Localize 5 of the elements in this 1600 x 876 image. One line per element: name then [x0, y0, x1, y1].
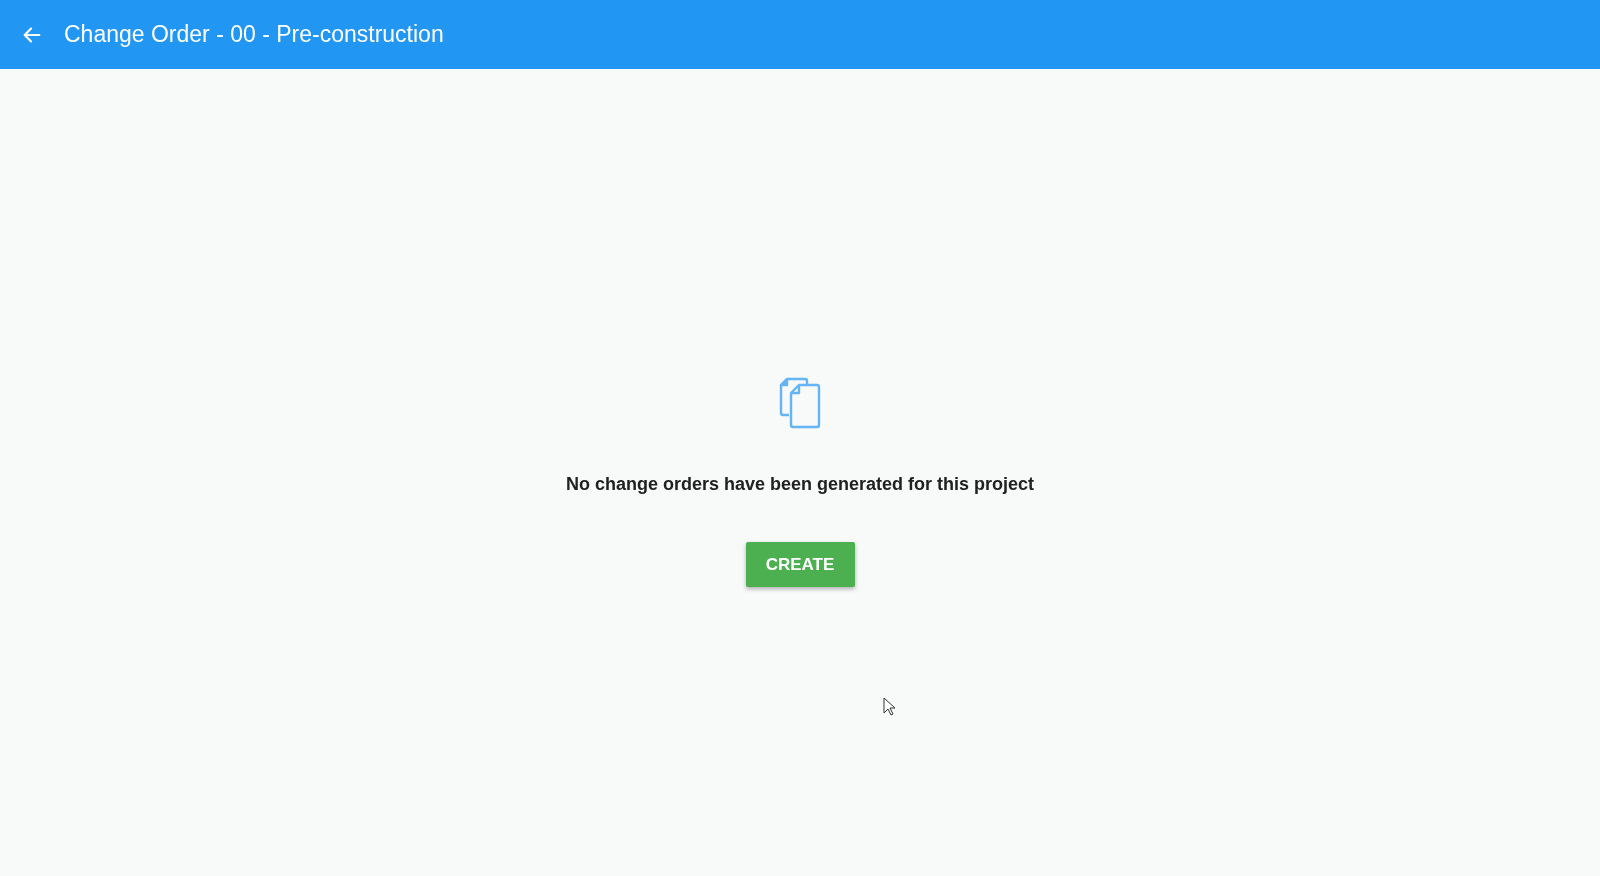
mouse-pointer-icon [883, 697, 896, 716]
documents-icon [779, 375, 821, 429]
create-button[interactable]: CREATE [745, 542, 855, 587]
page-title: Change Order - 00 - Pre-construction [64, 23, 444, 46]
empty-state-message: No change orders have been generated for this project [565, 473, 1035, 496]
